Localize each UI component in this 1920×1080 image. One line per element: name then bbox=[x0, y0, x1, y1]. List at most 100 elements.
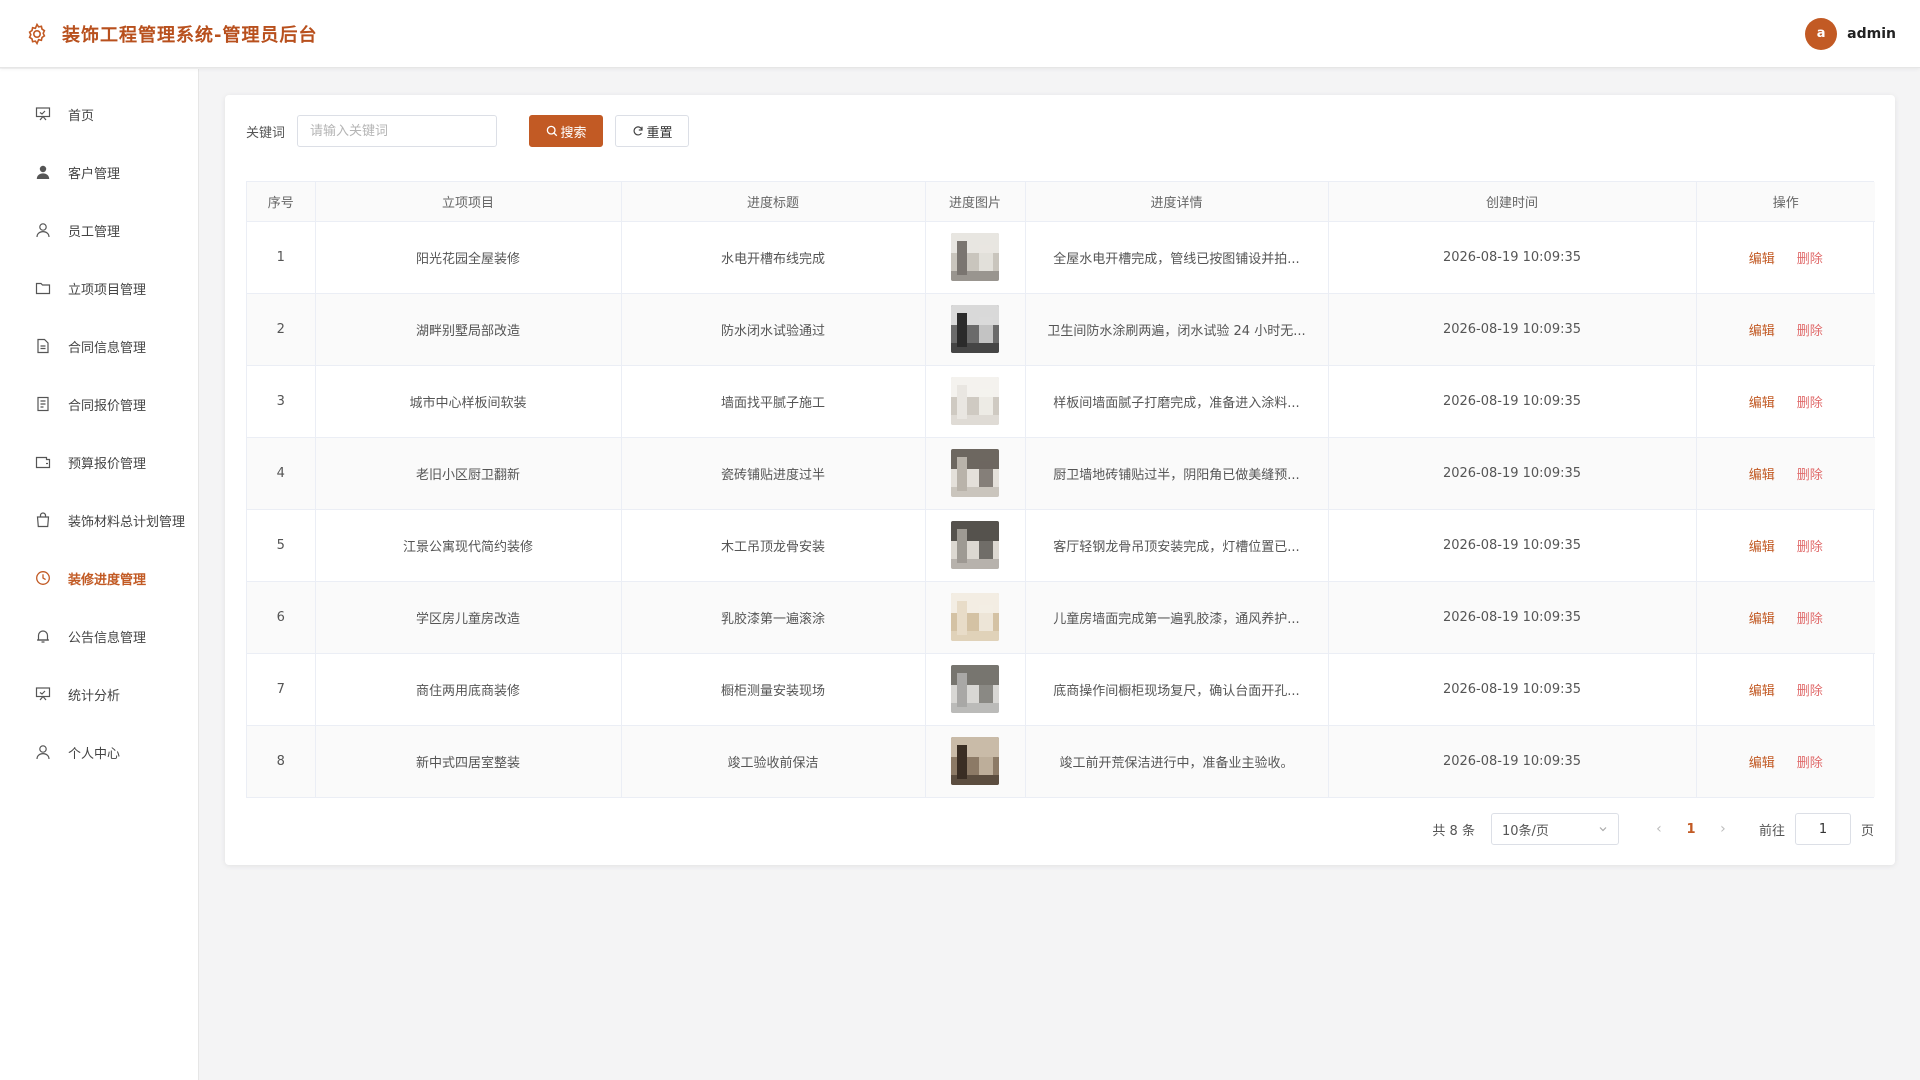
progress-thumbnail[interactable] bbox=[951, 665, 999, 713]
cell-image bbox=[925, 437, 1026, 510]
cell-created: 2026-08-19 10:09:35 bbox=[1328, 221, 1697, 294]
sidebar-item-label: 首页 bbox=[68, 108, 95, 124]
edit-button[interactable]: 编辑 bbox=[1749, 612, 1775, 627]
delete-button[interactable]: 删除 bbox=[1797, 252, 1823, 267]
search-button[interactable]: 搜索 bbox=[529, 115, 604, 147]
cell-created: 2026-08-19 10:09:35 bbox=[1328, 365, 1697, 438]
delete-button[interactable]: 删除 bbox=[1797, 540, 1823, 555]
sidebar-item-projects[interactable]: 立项项目管理 bbox=[0, 259, 198, 317]
progress-thumbnail[interactable] bbox=[951, 233, 999, 281]
cell-detail: 竣工前开荒保洁进行中，准备业主验收。 bbox=[1025, 725, 1329, 797]
sidebar-item-statistics[interactable]: 统计分析 bbox=[0, 665, 198, 723]
cell-image bbox=[925, 221, 1026, 294]
sidebar-item-label: 装修进度管理 bbox=[68, 572, 147, 588]
cell-index: 8 bbox=[247, 725, 316, 797]
sidebar-item-contract-quotes[interactable]: 合同报价管理 bbox=[0, 375, 198, 433]
progress-thumbnail[interactable] bbox=[951, 377, 999, 425]
delete-button[interactable]: 删除 bbox=[1797, 684, 1823, 699]
user-name[interactable]: admin bbox=[1847, 26, 1896, 42]
sidebar-item-budget-quotes[interactable]: 预算报价管理 bbox=[0, 433, 198, 491]
user-menu[interactable]: a admin bbox=[1805, 17, 1896, 50]
cell-actions: 编辑 删除 bbox=[1696, 581, 1875, 654]
sidebar-item-customers[interactable]: 客户管理 bbox=[0, 143, 198, 201]
column-header-project: 立项项目 bbox=[315, 182, 622, 222]
delete-button[interactable]: 删除 bbox=[1797, 324, 1823, 339]
sidebar-item-notices[interactable]: 公告信息管理 bbox=[0, 607, 198, 665]
sidebar-item-employees[interactable]: 员工管理 bbox=[0, 201, 198, 259]
edit-button[interactable]: 编辑 bbox=[1749, 468, 1775, 483]
table-row: 2 湖畔别墅局部改造 防水闭水试验通过 卫生间防水涂刷两遍，闭水试验 24 小时无..… bbox=[247, 293, 1875, 366]
cell-index: 2 bbox=[247, 293, 316, 366]
cell-project: 江景公寓现代简约装修 bbox=[315, 509, 622, 582]
folder-icon bbox=[34, 279, 52, 297]
delete-button[interactable]: 删除 bbox=[1797, 396, 1823, 411]
bell-icon bbox=[34, 627, 52, 645]
cell-image bbox=[925, 509, 1026, 582]
presentation-icon bbox=[34, 105, 52, 123]
sidebar-item-label: 预算报价管理 bbox=[68, 456, 147, 472]
edit-button[interactable]: 编辑 bbox=[1749, 396, 1775, 411]
goto-unit: 页 bbox=[1860, 823, 1874, 839]
cell-actions: 编辑 删除 bbox=[1696, 437, 1875, 510]
progress-table: 序号 立项项目 进度标题 进度图片 进度详情 创建时间 操作 1 阳光花园全屋装修… bbox=[246, 181, 1875, 798]
progress-thumbnail[interactable] bbox=[951, 305, 999, 353]
delete-button[interactable]: 删除 bbox=[1797, 756, 1823, 771]
app-title: 装饰工程管理系统-管理员后台 bbox=[62, 24, 318, 46]
delete-button[interactable]: 删除 bbox=[1797, 612, 1823, 627]
chevron-down-icon bbox=[1599, 827, 1607, 832]
sidebar-item-label: 合同报价管理 bbox=[68, 398, 147, 414]
search-input[interactable] bbox=[297, 115, 498, 147]
cell-detail: 卫生间防水涂刷两遍，闭水试验 24 小时无... bbox=[1025, 293, 1329, 366]
user-icon bbox=[34, 743, 52, 761]
column-header-actions: 操作 bbox=[1696, 182, 1875, 222]
edit-button[interactable]: 编辑 bbox=[1749, 756, 1775, 771]
progress-thumbnail[interactable] bbox=[951, 593, 999, 641]
page-number-current[interactable]: 1 bbox=[1675, 822, 1707, 837]
reset-button-label: 重置 bbox=[646, 125, 673, 141]
goto-page-input[interactable] bbox=[1794, 813, 1851, 845]
prev-page-button[interactable]: ‹ bbox=[1643, 821, 1675, 837]
sidebar-item-home[interactable]: 首页 bbox=[0, 85, 198, 143]
sidebar-item-materials-plan[interactable]: 装饰材料总计划管理 bbox=[0, 491, 198, 549]
cell-actions: 编辑 删除 bbox=[1696, 221, 1875, 294]
table-row: 1 阳光花园全屋装修 水电开槽布线完成 全屋水电开槽完成，管线已按图铺设并拍... 20… bbox=[247, 221, 1875, 294]
sidebar-item-progress[interactable]: 装修进度管理 bbox=[0, 549, 198, 607]
sidebar-item-contracts[interactable]: 合同信息管理 bbox=[0, 317, 198, 375]
sidebar-item-label: 立项项目管理 bbox=[68, 282, 147, 298]
edit-button[interactable]: 编辑 bbox=[1749, 684, 1775, 699]
cell-created: 2026-08-19 10:09:35 bbox=[1328, 653, 1697, 726]
progress-thumbnail[interactable] bbox=[951, 737, 999, 786]
cell-actions: 编辑 删除 bbox=[1696, 725, 1875, 797]
search-button-label: 搜索 bbox=[560, 125, 587, 141]
cell-actions: 编辑 删除 bbox=[1696, 365, 1875, 438]
shopping-bag-icon bbox=[34, 511, 52, 529]
sidebar-item-label: 统计分析 bbox=[68, 688, 121, 704]
progress-thumbnail[interactable] bbox=[951, 449, 999, 497]
cell-index: 3 bbox=[247, 365, 316, 438]
progress-thumbnail[interactable] bbox=[951, 521, 999, 569]
cell-image bbox=[925, 653, 1026, 726]
page-size-select[interactable]: 10条/页 bbox=[1490, 813, 1619, 845]
cell-index: 5 bbox=[247, 509, 316, 582]
cell-index: 1 bbox=[247, 221, 316, 294]
avatar[interactable]: a bbox=[1805, 17, 1838, 50]
cell-created: 2026-08-19 10:09:35 bbox=[1328, 293, 1697, 366]
sidebar-item-label: 个人中心 bbox=[68, 746, 121, 762]
edit-button[interactable]: 编辑 bbox=[1749, 324, 1775, 339]
next-page-button[interactable]: › bbox=[1707, 821, 1739, 837]
cell-actions: 编辑 删除 bbox=[1696, 509, 1875, 582]
cell-created: 2026-08-19 10:09:35 bbox=[1328, 581, 1697, 654]
cell-image bbox=[925, 725, 1026, 797]
column-header-image: 进度图片 bbox=[925, 182, 1026, 222]
cell-title: 竣工验收前保洁 bbox=[621, 725, 926, 797]
delete-button[interactable]: 删除 bbox=[1797, 468, 1823, 483]
column-header-index: 序号 bbox=[247, 182, 316, 222]
cell-project: 学区房儿童房改造 bbox=[315, 581, 622, 654]
sidebar-item-profile[interactable]: 个人中心 bbox=[0, 723, 198, 781]
edit-button[interactable]: 编辑 bbox=[1749, 252, 1775, 267]
search-bar: 关键词 搜索 重置 bbox=[246, 115, 690, 147]
reset-button[interactable]: 重置 bbox=[615, 115, 690, 147]
table-row: 3 城市中心样板间软装 墙面找平腻子施工 样板间墙面腻子打磨完成，准备进入涂料... 2… bbox=[247, 365, 1875, 438]
edit-button[interactable]: 编辑 bbox=[1749, 540, 1775, 555]
cell-project: 商住两用底商装修 bbox=[315, 653, 622, 726]
